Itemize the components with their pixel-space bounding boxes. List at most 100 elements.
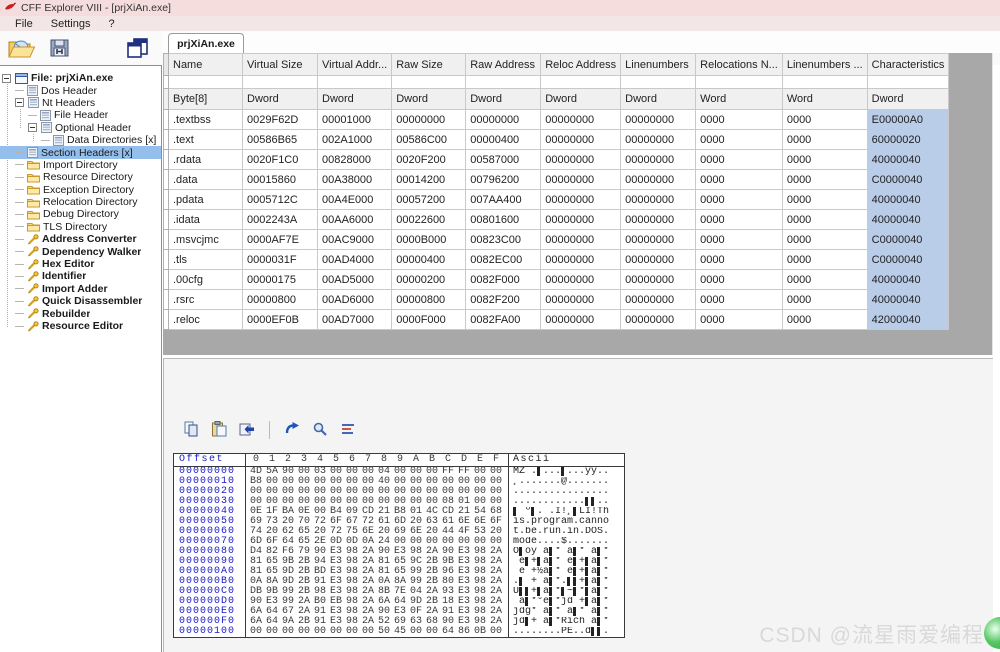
hex-ascii[interactable]: ã▌*°ë▌*jd +▌ã▌* [508,597,624,607]
grid-cell[interactable]: 0000 [696,290,783,310]
hex-ascii[interactable]: jd▌+´ã▌*Rich ã▌* [508,617,624,627]
grid-cell[interactable]: 0000 [696,190,783,210]
grid-cell[interactable]: 00000200 [392,270,466,290]
hex-ascii[interactable]: ............▌▌.. [508,497,624,507]
grid-cell[interactable]: 00000000 [541,230,621,250]
hex-ascii[interactable]: MZ .▌...▌...ÿÿ.. [508,467,624,477]
open-button[interactable] [6,34,36,62]
grid-cell[interactable]: .reloc [169,310,243,330]
column-header-linenumbers[interactable]: Linenumbers [621,54,696,76]
grid-cell[interactable]: 00AA6000 [318,210,392,230]
tree-item-rebuilder[interactable]: Rebuilder [0,307,161,319]
grid-cell[interactable]: 0002243A [243,210,318,230]
hex-ascii[interactable]: ¸.......@....... [508,477,624,487]
grid-cell[interactable]: 00014200 [392,170,466,190]
tree-item-nt-headers[interactable]: Nt Headers [0,97,161,109]
grid-cell[interactable]: .msvcjmc [169,230,243,250]
tree-item-identifier[interactable]: Identifier [0,270,161,282]
grid-cell[interactable]: 00000000 [621,230,696,250]
grid-cell[interactable]: 0020F200 [392,150,466,170]
column-header-reloc-address[interactable]: Reloc Address [541,54,621,76]
grid-cell[interactable]: 0000 [782,310,867,330]
column-header-raw-address[interactable]: Raw Address [466,54,541,76]
grid-cell[interactable]: 0020F1C0 [243,150,318,170]
grid-cell[interactable]: 42000040 [867,310,949,330]
grid-cell[interactable]: 40000040 [867,270,949,290]
tree-item-dependency-walker[interactable]: Dependency Walker [0,245,161,257]
tree-item-dos-header[interactable]: Dos Header [0,84,161,96]
hex-ascii[interactable]: Ô▌öy ã▌* ã▌* ã▌* [508,547,624,557]
grid-cell[interactable]: 00AD7000 [318,310,392,330]
grid-cell[interactable]: 0000 [696,230,783,250]
hex-ascii[interactable]: is.program.canno [508,517,624,527]
grid-cell[interactable]: 00000000 [541,190,621,210]
grid-cell[interactable]: 0000 [782,190,867,210]
column-header-name[interactable]: Name [169,54,243,76]
column-header-raw-size[interactable]: Raw Size [392,54,466,76]
grid-cell[interactable]: .idata [169,210,243,230]
grid-cell[interactable]: 00A38000 [318,170,392,190]
menu-help[interactable]: ? [99,18,123,30]
grid-cell[interactable]: .data [169,170,243,190]
tree-item-hex-editor[interactable]: Hex Editor [0,258,161,270]
grid-cell[interactable]: 00000800 [392,290,466,310]
grid-cell[interactable]: 00801600 [466,210,541,230]
grid-cell[interactable]: C0000040 [867,170,949,190]
grid-cell[interactable]: 60000020 [867,130,949,150]
column-header-linenumbers[interactable]: Linenumbers ... [782,54,867,76]
grid-cell[interactable]: 0000 [696,150,783,170]
grid-cell[interactable]: 00000000 [621,270,696,290]
grid-cell[interactable]: .pdata [169,190,243,210]
grid-cell[interactable]: 00796200 [466,170,541,190]
tree-item-address-converter[interactable]: Address Converter [0,233,161,245]
grid-cell[interactable]: 00057200 [392,190,466,210]
search-button[interactable] [311,421,329,439]
grid-cell[interactable]: 00000000 [541,310,621,330]
collapse-box-icon[interactable] [28,123,39,132]
tree-item-resource-directory[interactable]: Resource Directory [0,171,161,183]
grid-cell[interactable]: 0000 [782,150,867,170]
paste-button[interactable] [210,421,228,439]
grid-cell[interactable]: 40000040 [867,290,949,310]
hex-ascii[interactable]: mode....$....... [508,537,624,547]
grid-cell[interactable]: 00823C00 [466,230,541,250]
collapse-box-icon[interactable] [2,74,13,83]
grid-cell[interactable]: 00587000 [466,150,541,170]
grid-cell[interactable]: 00000000 [541,130,621,150]
grid-cell[interactable]: 00000000 [541,170,621,190]
grid-cell[interactable]: 0000 [696,270,783,290]
tree-item-relocation-directory[interactable]: Relocation Directory [0,196,161,208]
grid-cell[interactable]: 00000400 [392,250,466,270]
grid-cell[interactable]: .rsrc [169,290,243,310]
grid-cell[interactable]: 00000000 [466,110,541,130]
column-header-virtual-addr[interactable]: Virtual Addr... [318,54,392,76]
tree-item-resource-editor[interactable]: Resource Editor [0,320,161,332]
hex-ascii[interactable]: e▌+▌ã▌* e▌+▌ã▌* [508,557,624,567]
tree-item-file-header[interactable]: File Header [0,109,161,121]
grid-cell[interactable]: 00000000 [621,130,696,150]
grid-cell[interactable]: 00A4E000 [318,190,392,210]
grid-cell[interactable]: 0000 [782,230,867,250]
column-header-virtual-size[interactable]: Virtual Size [243,54,318,76]
grid-cell[interactable]: 00000000 [392,110,466,130]
goto-button[interactable] [238,421,256,439]
grid-cell[interactable]: 00000000 [541,110,621,130]
grid-cell[interactable]: .textbss [169,110,243,130]
grid-cell[interactable]: 00AC9000 [318,230,392,250]
column-header-characteristics[interactable]: Characteristics [867,54,949,76]
menu-file[interactable]: File [6,18,42,30]
grid-cell[interactable]: C0000040 [867,250,949,270]
options-button[interactable] [339,421,357,439]
grid-cell[interactable]: .00cfg [169,270,243,290]
grid-cell[interactable]: 0000AF7E [243,230,318,250]
grid-cell[interactable]: 00000800 [243,290,318,310]
grid-cell[interactable]: 0000031F [243,250,318,270]
grid-cell[interactable]: 00001000 [318,110,392,130]
hex-ascii[interactable]: .▌ +´ã▌*.▌▌+▌ã▌* [508,577,624,587]
column-header-relocations-n[interactable]: Relocations N... [696,54,783,76]
grid-cell[interactable]: 00000000 [541,250,621,270]
grid-cell[interactable]: 00000000 [621,290,696,310]
grid-cell[interactable]: 0000 [782,210,867,230]
tree-item-import-adder[interactable]: Import Adder [0,283,161,295]
grid-cell[interactable]: .rdata [169,150,243,170]
